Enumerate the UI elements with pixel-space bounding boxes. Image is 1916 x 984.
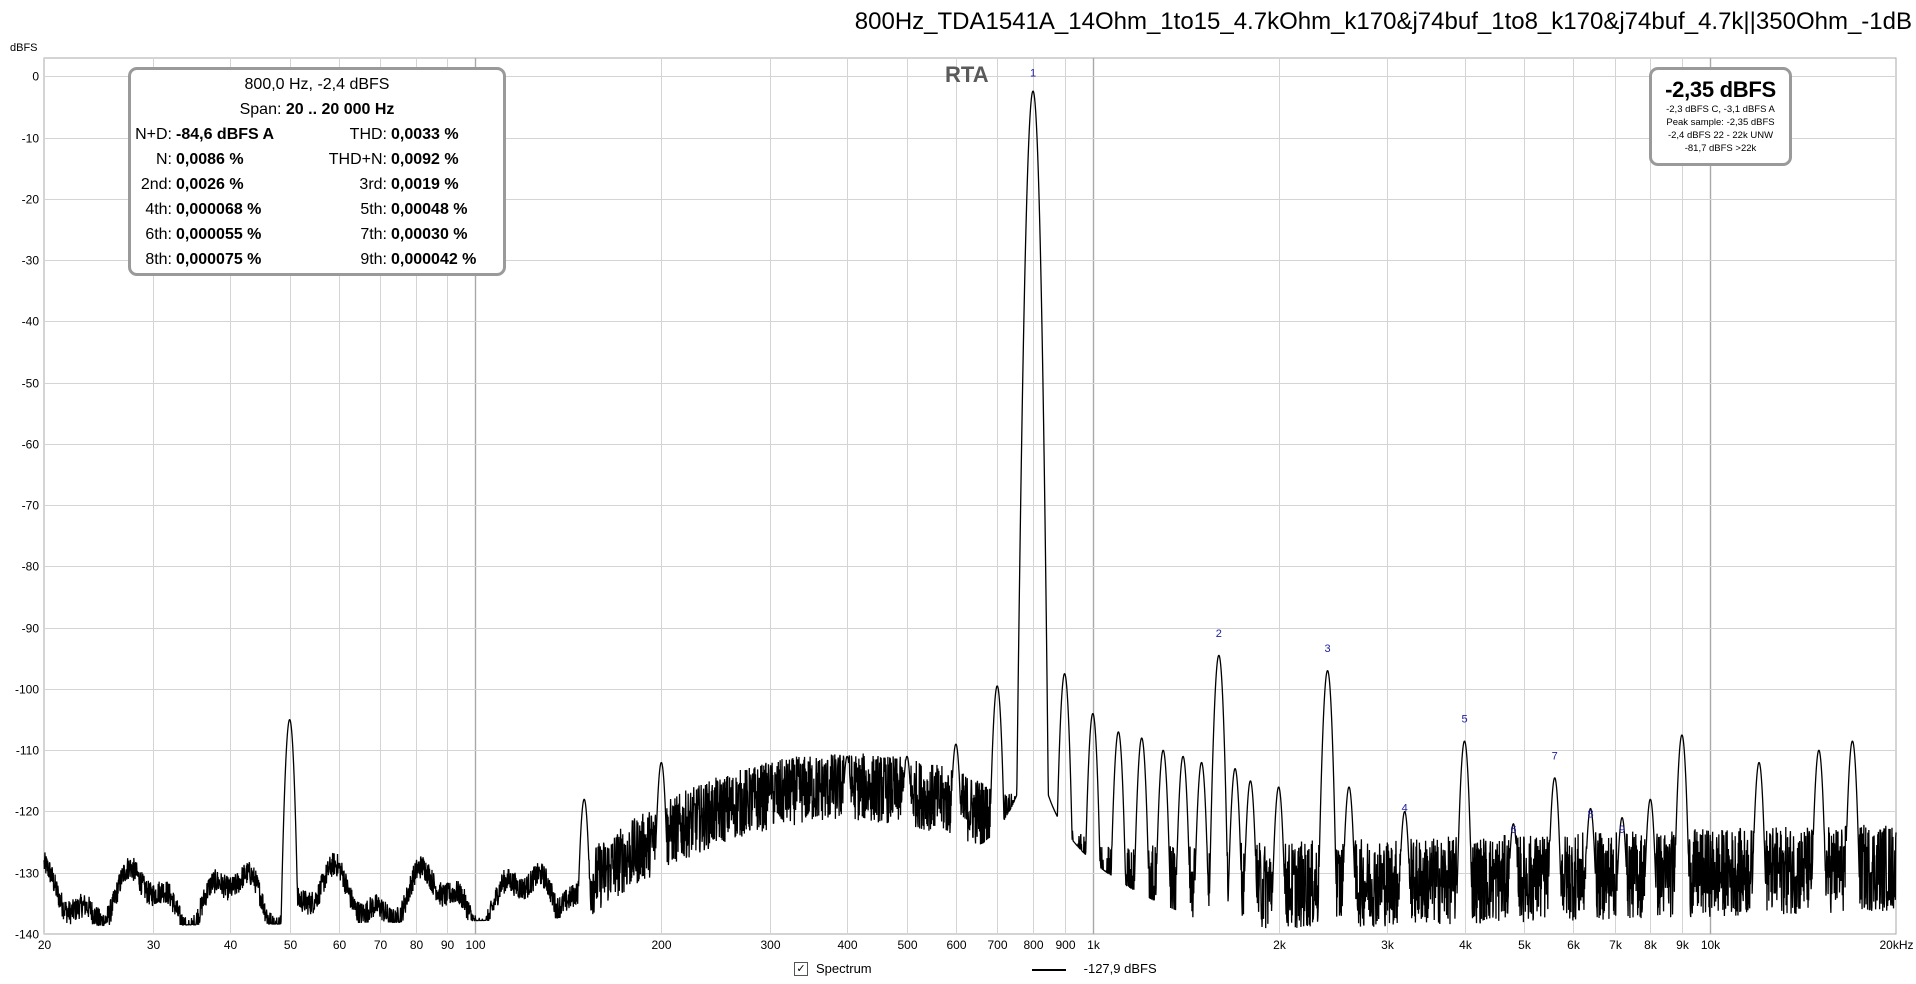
stat-label: 3rd: [359,176,387,193]
y-tick-label: -20 [22,193,40,207]
stat-label: 4th: [145,201,172,218]
level-line-1: -2,3 dBFS C, -3,1 dBFS A [1666,104,1775,115]
x-tick-label: 30 [147,938,161,952]
x-tick-label: 20kHz [1879,938,1913,952]
x-tick-label: 40 [224,938,238,952]
x-tick-label: 2k [1273,938,1287,952]
rta-panel-label: RTA [945,62,989,87]
stat-label: THD: [349,126,387,143]
x-tick-label: 600 [946,938,966,952]
stat-value: 0,000075 % [176,251,262,268]
x-tick-label: 900 [1055,938,1075,952]
stat-label: 5th: [360,201,387,218]
level-main: -2,35 dBFS [1665,77,1776,102]
level-line-4: -81,7 dBFS >22k [1684,143,1757,154]
x-tick-label: 6k [1567,938,1581,952]
harmonic-label: 1 [1030,67,1036,79]
level-line-2: Peak sample: -2,35 dBFS [1666,117,1775,128]
x-tick-label: 7k [1609,938,1623,952]
stat-value: 0,000068 % [176,201,262,218]
stat-value: 0,00030 % [391,226,468,243]
stat-value: 0,000042 % [391,251,477,268]
harmonic-label: 9 [1619,824,1625,836]
y-tick-label: -120 [15,805,39,819]
x-tick-label: 70 [374,938,388,952]
legend-value: -127,9 dBFS [1083,961,1157,976]
y-tick-label: -110 [16,744,39,758]
y-axis-unit: dBFS [10,42,38,54]
x-tick-label: 20 [38,938,52,952]
y-tick-label: -80 [22,560,40,574]
stat-value: 0,00048 % [391,201,468,218]
stats-header: 800,0 Hz, -2,4 dBFS [244,76,390,93]
stat-value: 0,0033 % [391,126,459,143]
level-line-3: -2,4 dBFS 22 - 22k UNW [1667,130,1774,141]
stat-label: 9th: [360,251,387,268]
stat-value: 0,0026 % [176,176,244,193]
stat-value: 0,0086 % [176,151,244,168]
harmonic-label: 7 [1552,750,1558,762]
y-tick-label: -50 [22,377,40,391]
x-tick-label: 400 [837,938,857,952]
y-tick-label: -130 [15,867,39,881]
x-tick-label: 80 [410,938,424,952]
span-label: Span: [239,101,282,118]
y-tick-label: -90 [22,622,40,636]
y-tick-label: -10 [22,132,40,146]
x-tick-label: 3k [1381,938,1395,952]
stat-value: 0,000055 % [176,226,262,243]
harmonic-label: 6 [1510,824,1516,836]
x-tick-label: 10k [1701,938,1721,952]
harmonic-label: 3 [1324,643,1330,655]
x-tick-label: 9k [1676,938,1690,952]
harmonic-label: 4 [1402,802,1408,814]
y-tick-label: -140 [15,928,39,942]
distortion-stats-box[interactable]: 800,0 Hz, -2,4 dBFS Span: 20 .. 20 000 H… [128,67,506,276]
y-tick-label: -70 [22,499,40,513]
stat-value: -84,6 dBFS A [176,126,275,143]
stat-label: 7th: [360,226,387,243]
stat-value: 0,0092 % [391,151,459,168]
stat-label: 8th: [145,251,172,268]
y-tick-label: -100 [15,683,39,697]
stats-span: Span: 20 .. 20 000 Hz [131,101,503,119]
x-tick-label: 800 [1023,938,1043,952]
stat-label: N: [156,151,172,168]
stat-label: THD+N: [328,151,387,168]
x-tick-label: 1k [1087,938,1101,952]
legend: ✓ Spectrum -127,9 dBFS [794,961,1157,976]
stat-label: 6th: [145,226,172,243]
measurement-title: 800Hz_TDA1541A_14Ohm_1to15_4.7kOhm_k170&… [854,8,1912,35]
x-tick-label: 500 [897,938,917,952]
span-value: 20 .. 20 000 Hz [285,101,395,118]
legend-label: Spectrum [816,961,872,976]
x-tick-label: 5k [1518,938,1532,952]
y-tick-label: -30 [22,254,40,268]
x-tick-label: 700 [987,938,1007,952]
x-tick-label: 50 [284,938,298,952]
stat-label: 2nd: [140,176,172,193]
x-tick-label: 90 [441,938,455,952]
x-tick-label: 200 [651,938,671,952]
stat-label: N+D: [135,126,172,143]
spectrum-checkbox[interactable]: ✓ [794,961,808,976]
y-tick-label: -40 [22,315,40,329]
stat-value: 0,0019 % [391,176,459,193]
x-tick-label: 60 [333,938,347,952]
y-tick-label: 0 [32,70,39,84]
x-tick-label: 4k [1459,938,1473,952]
harmonic-label: 8 [1587,809,1593,821]
harmonic-label: 5 [1461,714,1467,726]
y-tick-label: -60 [22,438,40,452]
level-readout-box[interactable]: -2,35 dBFS -2,3 dBFS C, -3,1 dBFS A Peak… [1649,67,1792,166]
legend-line-swatch [1031,968,1066,971]
x-tick-label: 300 [760,938,780,952]
x-tick-label: 100 [465,938,485,952]
harmonic-label: 2 [1216,628,1222,640]
x-tick-label: 8k [1644,938,1658,952]
